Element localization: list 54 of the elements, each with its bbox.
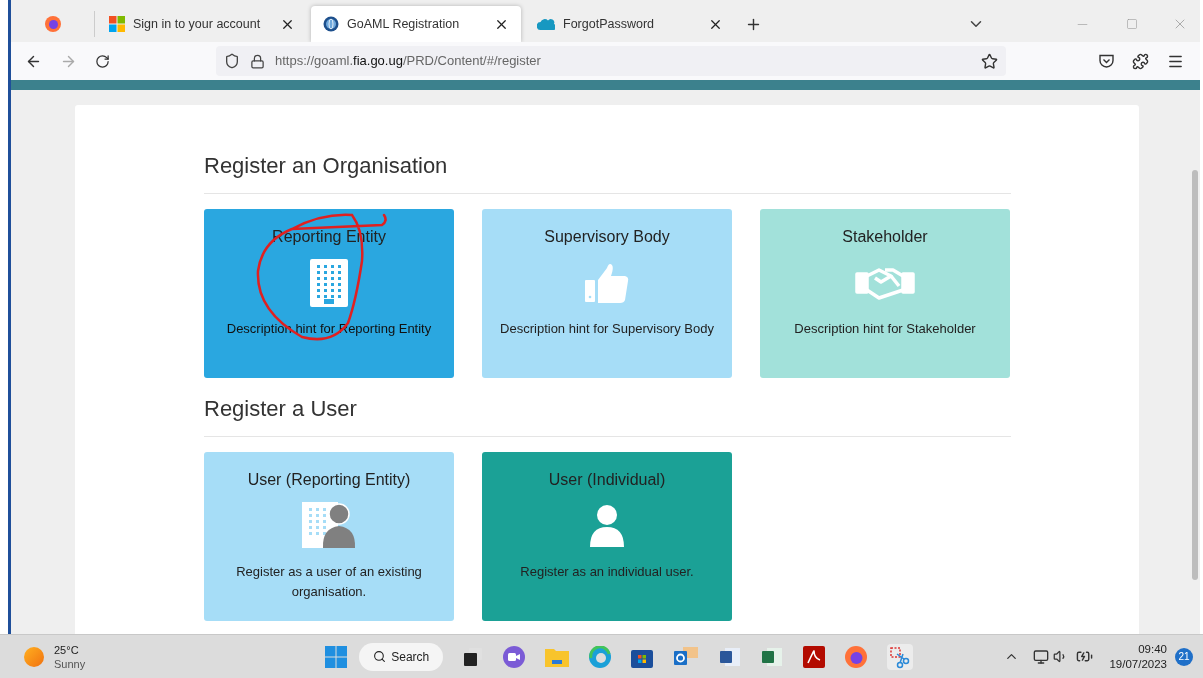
shield-icon[interactable] bbox=[224, 53, 240, 69]
browser-tab[interactable]: GoAML Registration bbox=[311, 6, 521, 42]
network-icon[interactable] bbox=[1033, 648, 1050, 665]
pdf-app-icon[interactable] bbox=[803, 645, 826, 668]
snipping-tool-icon[interactable] bbox=[887, 643, 914, 670]
tab-title: GoAML Registration bbox=[347, 15, 461, 33]
weather-temperature: 25°C bbox=[54, 642, 80, 657]
lock-icon[interactable] bbox=[250, 53, 265, 69]
address-bar[interactable]: https://goaml.fia.go.ug/PRD/Content/#/register bbox=[216, 46, 1006, 76]
sun-icon bbox=[24, 646, 44, 667]
user-icon bbox=[590, 505, 624, 547]
url-text: https://goaml.fia.go.ug/PRD/Content/#/register bbox=[275, 52, 542, 71]
tab-title: Sign in to your account bbox=[133, 15, 262, 33]
card-title: Stakeholder bbox=[842, 227, 928, 247]
thumbs-up-icon bbox=[585, 262, 629, 304]
reload-icon[interactable] bbox=[95, 53, 110, 69]
building-icon bbox=[310, 259, 348, 307]
bookmark-star-icon[interactable] bbox=[981, 52, 998, 70]
video-chat-icon[interactable] bbox=[503, 645, 526, 668]
mail-app-icon[interactable] bbox=[673, 645, 700, 668]
registration-card[interactable]: User (Individual) Register as an individual user. bbox=[482, 452, 732, 621]
clock-date[interactable]: 19/07/2023 bbox=[1109, 656, 1167, 672]
firefox-app-icon[interactable] bbox=[845, 645, 868, 668]
clock-time[interactable]: 09:40 bbox=[1138, 641, 1167, 657]
building-user-icon bbox=[302, 502, 356, 550]
registration-card[interactable]: Supervisory Body Description hint for Supervisory Body bbox=[482, 209, 732, 378]
cloud-icon bbox=[537, 18, 555, 30]
tab-title: ForgotPassword bbox=[563, 15, 655, 33]
section-heading: Register a User bbox=[204, 395, 358, 423]
globe-logo-icon bbox=[323, 16, 339, 32]
windows-logo-icon bbox=[109, 16, 125, 32]
pocket-icon[interactable] bbox=[1099, 54, 1114, 68]
firefox-logo-icon[interactable] bbox=[44, 16, 61, 32]
start-icon[interactable] bbox=[325, 645, 348, 668]
taskbar-search[interactable]: Search bbox=[359, 642, 444, 671]
browser-tab[interactable]: ForgotPassword bbox=[525, 6, 735, 42]
card-description: Register as a user of an existing organisation. bbox=[235, 563, 423, 601]
browser-tab[interactable]: Sign in to your account bbox=[97, 6, 307, 42]
card-title: User (Reporting Entity) bbox=[247, 470, 411, 490]
search-icon bbox=[373, 650, 387, 663]
notification-count[interactable]: 21 bbox=[1175, 647, 1193, 666]
card-title: Supervisory Body bbox=[544, 227, 670, 247]
card-description: Description hint for Stakeholder bbox=[793, 320, 977, 338]
registration-card[interactable]: User (Reporting Entity) Register as a user of an existing organisation. bbox=[204, 452, 454, 621]
folder-icon[interactable] bbox=[545, 646, 570, 667]
card-description: Description hint for Supervisory Body bbox=[499, 320, 715, 338]
document-app-icon[interactable] bbox=[719, 645, 742, 668]
spreadsheet-app-icon[interactable] bbox=[761, 645, 784, 668]
card-description: Register as an individual user. bbox=[519, 563, 695, 581]
section-heading: Register an Organisation bbox=[204, 152, 449, 180]
card-title: User (Individual) bbox=[548, 470, 666, 490]
registration-card[interactable]: Stakeholder Description hint for Stakeholder bbox=[760, 209, 1010, 378]
weather-condition: Sunny bbox=[54, 656, 86, 671]
extensions-icon[interactable] bbox=[1132, 52, 1149, 70]
